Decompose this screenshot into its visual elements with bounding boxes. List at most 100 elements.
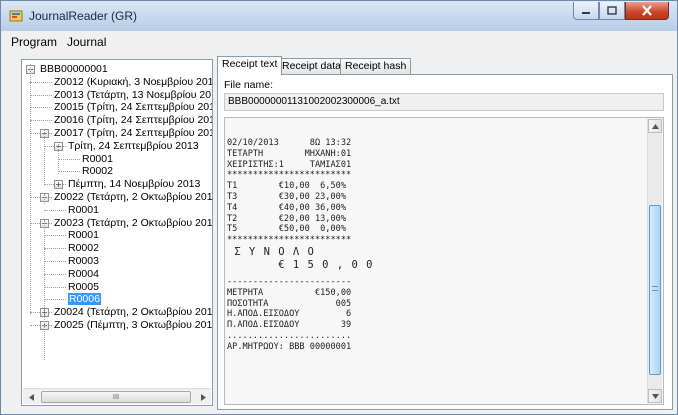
tree-node-label: Z0017 (Τρίτη, 24 Σεπτεμβρίου 201 xyxy=(54,127,213,139)
tree-node-label: Z0023 (Τετάρτη, 2 Οκτωβρίου 201 xyxy=(54,216,213,229)
receipt-line: ------------------------ xyxy=(227,276,352,287)
receipt-line: ΑΡ.ΜΗΤΡΩΟΥ: BBB 00000001 xyxy=(227,341,352,352)
tree-node-label: R0006 xyxy=(68,293,101,306)
scroll-thumb[interactable] xyxy=(649,205,661,375)
receipt-line: Τ1 €10,00 6,50% xyxy=(227,181,346,192)
tree-connector xyxy=(44,286,66,288)
receipt-line: Τ2 €20,00 13,00% xyxy=(227,213,346,224)
tree-connector xyxy=(44,273,66,275)
scroll-up-button[interactable] xyxy=(648,119,662,133)
receipt-line: Π.ΑΠΟΔ.ΕΙΣΟΔΟΥ 39 xyxy=(227,320,352,331)
receipt-line: ........................ xyxy=(227,330,352,341)
close-button[interactable] xyxy=(625,2,669,20)
receipt-vertical-scrollbar[interactable] xyxy=(647,119,662,403)
tree-scroll-thumb[interactable]: III xyxy=(41,391,191,403)
tree-node[interactable]: R0002 xyxy=(68,242,99,255)
tree-guide-line xyxy=(44,130,45,185)
menu-bar: Program Journal xyxy=(1,31,677,53)
tree-node[interactable]: Z0022 (Τετάρτη, 2 Οκτωβρίου 201 xyxy=(54,191,213,204)
scroll-left-button[interactable] xyxy=(23,389,39,405)
tree-guide-line xyxy=(44,220,45,360)
tree-node-label: R0002 xyxy=(82,165,113,178)
tree-node[interactable]: Z0012 (Κυριακή, 3 Νοεμβρίου 2013 xyxy=(54,75,213,89)
tree-node[interactable]: Z0023 (Τετάρτη, 2 Οκτωβρίου 201 xyxy=(54,216,213,230)
receipt-line: ΠΟΣΟΤΗΤΑ 005 xyxy=(227,298,352,309)
scroll-right-button[interactable] xyxy=(195,389,211,405)
tree-node-label: Z0022 (Τετάρτη, 2 Οκτωβρίου 201 xyxy=(54,191,213,203)
receipt-line: € 1 5 0 , 0 0 xyxy=(227,258,374,271)
receipt-line: 02/10/2013 8Ω 13:32 xyxy=(227,138,352,148)
tree-node[interactable]: Z0016 (Τρίτη, 24 Σεπτεμβρίου 201 xyxy=(54,114,213,127)
window-controls xyxy=(573,2,669,20)
receipt-line: ΧΕΙΡΙΣΤΗΣ:1 ΤΑΜΙΑΣ01 xyxy=(227,159,352,170)
tree-node-label: BBB00000001 xyxy=(40,63,108,75)
tree-node[interactable]: Z0013 (Τετάρτη, 13 Νοεμβρίου 20 xyxy=(54,89,211,102)
file-name-field[interactable]: BBB00000001131002002300006_a.txt xyxy=(224,93,664,111)
tree-connector xyxy=(30,81,52,83)
maximize-icon xyxy=(607,6,617,15)
scroll-grip-icon xyxy=(652,286,658,291)
file-name-label: File name: xyxy=(224,79,274,91)
menu-journal[interactable]: Journal xyxy=(67,35,106,49)
tree-guide-line xyxy=(44,194,45,204)
tree-node-label: R0001 xyxy=(68,229,99,242)
scroll-grip-label: III xyxy=(112,393,120,401)
journal-tree[interactable]: − BBB00000001 Z0012 (Κυριακή, 3 Νοεμβρίου … xyxy=(21,59,213,406)
tree-node[interactable]: Z0024 (Τετάρτη, 2 Οκτωβρίου 201 xyxy=(54,306,213,319)
tree-connector xyxy=(30,94,52,96)
tree-node[interactable]: R0004 xyxy=(68,268,99,281)
receipt-content: 02/10/2013 8Ω 13:32 ΤΕΤΑΡΤΗ ΜΗΧΑΝΗ:01 ΧΕΙΡ… xyxy=(227,138,387,353)
tree-connector xyxy=(58,171,80,173)
tree-node-label: Z0024 (Τετάρτη, 2 Οκτωβρίου 201 xyxy=(54,306,213,319)
tree-node-label: Z0013 (Τετάρτη, 13 Νοεμβρίου 20 xyxy=(54,88,212,101)
tree-node-label: R0003 xyxy=(68,255,99,267)
tree-node-label: Z0016 (Τρίτη, 24 Σεπτεμβρίου 201 xyxy=(54,114,213,127)
tree-node-label: R0002 xyxy=(68,242,99,255)
receipt-text-box[interactable]: 02/10/2013 8Ω 13:32 ΤΕΤΑΡΤΗ ΜΗΧΑΝΗ:01 ΧΕΙΡ… xyxy=(224,117,664,405)
tree-node[interactable]: R0001 xyxy=(68,204,99,217)
tree-connector xyxy=(30,120,52,122)
app-window: JournalReader (GR) Program Journal − BBB0… xyxy=(0,0,678,415)
receipt-line: ************************ xyxy=(227,170,352,181)
receipt-line: ΤΕΤΑΡΤΗ ΜΗΧΑΝΗ:01 xyxy=(227,148,352,159)
menu-program[interactable]: Program xyxy=(11,35,57,49)
minimize-button[interactable] xyxy=(573,2,599,20)
tree-node[interactable]: R0003 xyxy=(68,255,99,268)
tab-receipt-hash[interactable]: Receipt hash xyxy=(340,58,412,74)
receipt-line: Τ4 €40,00 36,00% xyxy=(227,202,346,213)
tree-node[interactable]: R0005 xyxy=(68,281,99,294)
tree-node[interactable]: Z0017 (Τρίτη, 24 Σεπτεμβρίου 201 xyxy=(54,127,213,140)
scroll-up-icon xyxy=(651,123,659,129)
tree-node-label: Z0012 (Κυριακή, 3 Νοεμβρίου 2013 xyxy=(54,75,213,88)
tree-node[interactable]: R0006 xyxy=(68,293,101,306)
tab-receipt-data[interactable]: Receipt data xyxy=(277,58,346,74)
tree-node[interactable]: Πέμπτη, 14 Νοεμβρίου 2013 xyxy=(68,178,200,191)
tree-node[interactable]: R0001 xyxy=(82,153,113,166)
scroll-down-icon xyxy=(651,393,659,399)
receipt-line: Σ Υ Ν Ο Λ Ο xyxy=(227,245,315,258)
tree-horizontal-scrollbar[interactable]: III xyxy=(23,388,211,404)
tree-node[interactable]: Z0025 (Πέμπτη, 3 Οκτωβρίου 2013 xyxy=(54,319,212,332)
scroll-down-button[interactable] xyxy=(648,389,662,403)
tab-receipt-text[interactable]: Receipt text xyxy=(217,56,283,75)
maximize-button[interactable] xyxy=(599,2,625,20)
expand-icon[interactable]: + xyxy=(54,180,63,190)
tree-node[interactable]: Τρίτη, 24 Σεπτεμβρίου 2013 xyxy=(68,140,199,153)
tree-connector xyxy=(44,235,66,237)
app-icon xyxy=(9,10,23,22)
tree-node[interactable]: R0002 xyxy=(82,165,113,178)
tree-node-label: Πέμπτη, 14 Νοεμβρίου 2013 xyxy=(68,178,201,191)
tree-node-label: R0001 xyxy=(68,203,99,216)
scroll-left-icon xyxy=(28,393,34,401)
client-area: − BBB00000001 Z0012 (Κυριακή, 3 Νοεμβρίου … xyxy=(1,53,677,414)
tree-connector xyxy=(58,158,80,160)
tree-node[interactable]: R0001 xyxy=(68,229,99,242)
tree-node[interactable]: BBB00000001 xyxy=(40,63,108,76)
tree-guide-line xyxy=(58,144,59,174)
title-bar[interactable]: JournalReader (GR) xyxy=(1,1,677,31)
tree-node[interactable]: Z0015 (Τρίτη, 24 Σεπτεμβρίου 201 xyxy=(54,101,212,114)
tree-node-label: R0001 xyxy=(82,152,113,165)
tree-node-label: Τρίτη, 24 Σεπτεμβρίου 2013 xyxy=(68,139,199,152)
receipt-line: ************************ xyxy=(227,235,352,246)
scroll-right-icon xyxy=(200,393,206,401)
